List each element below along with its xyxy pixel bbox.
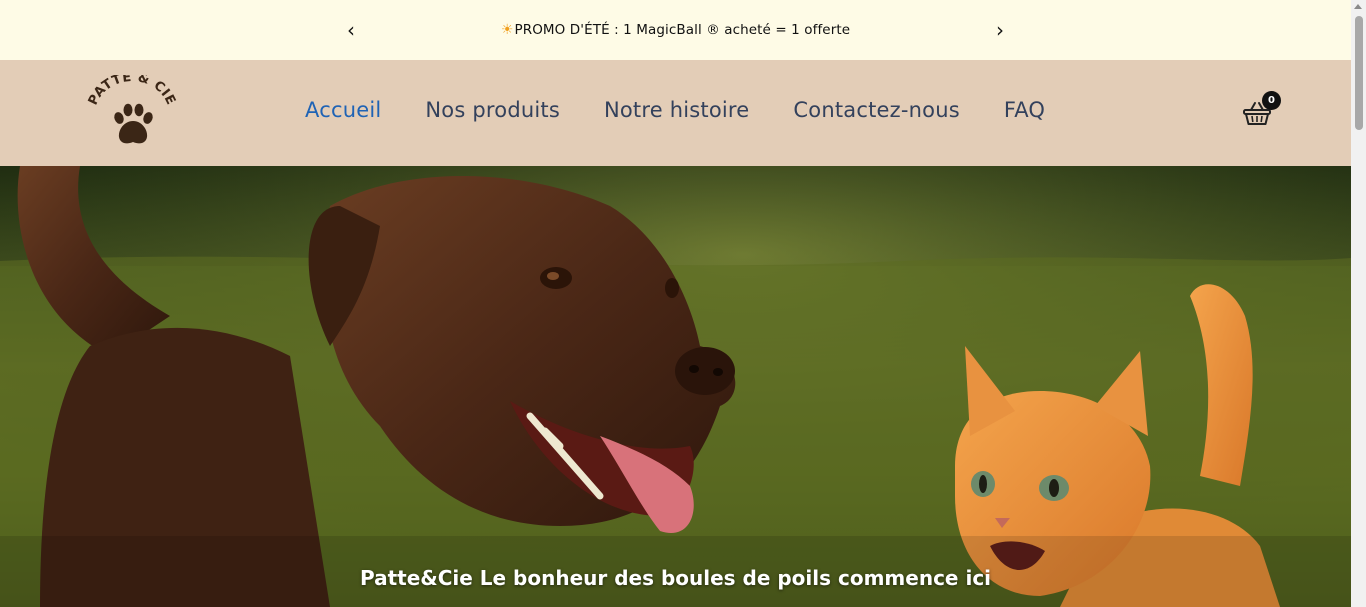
cart-count-badge: 0 bbox=[1262, 91, 1281, 110]
hero-image-dog-and-cat bbox=[0, 166, 1351, 607]
announcement-message: ☀ PROMO D'ÉTÉ : 1 MagicBall ® acheté = 1… bbox=[501, 22, 850, 38]
hero-caption: Patte&Cie Le bonheur des boules de poils… bbox=[359, 566, 992, 590]
nav-link-accueil[interactable]: Accueil bbox=[305, 98, 381, 122]
sun-icon: ☀ bbox=[500, 22, 514, 38]
chevron-left-icon[interactable]: ‹ bbox=[340, 17, 362, 43]
chevron-right-icon[interactable]: › bbox=[989, 17, 1011, 43]
nav-link-notre-histoire[interactable]: Notre histoire bbox=[604, 98, 749, 122]
site-header: PATTE & CIE Accueil Nos produits Notre h… bbox=[0, 60, 1351, 166]
main-nav: Accueil Nos produits Notre histoire Cont… bbox=[305, 98, 1089, 122]
announcement-bar: ‹ ☀ PROMO D'ÉTÉ : 1 MagicBall ® acheté =… bbox=[0, 0, 1351, 60]
nav-link-nos-produits[interactable]: Nos produits bbox=[425, 98, 560, 122]
scroll-up-arrow-icon[interactable] bbox=[1354, 4, 1362, 9]
nav-link-contactez-nous[interactable]: Contactez-nous bbox=[793, 98, 959, 122]
paw-icon bbox=[114, 103, 153, 144]
announcement-text: PROMO D'ÉTÉ : 1 MagicBall ® acheté = 1 o… bbox=[514, 22, 851, 38]
svg-text:PATTE & CIE: PATTE & CIE bbox=[86, 75, 178, 108]
page-scrollbar[interactable] bbox=[1351, 0, 1366, 607]
nav-link-faq[interactable]: FAQ bbox=[1004, 98, 1045, 122]
scrollbar-thumb[interactable] bbox=[1355, 16, 1363, 130]
patte-cie-logo[interactable]: PATTE & CIE bbox=[86, 70, 178, 151]
hero-banner: Patte&Cie Le bonheur des boules de poils… bbox=[0, 166, 1351, 607]
